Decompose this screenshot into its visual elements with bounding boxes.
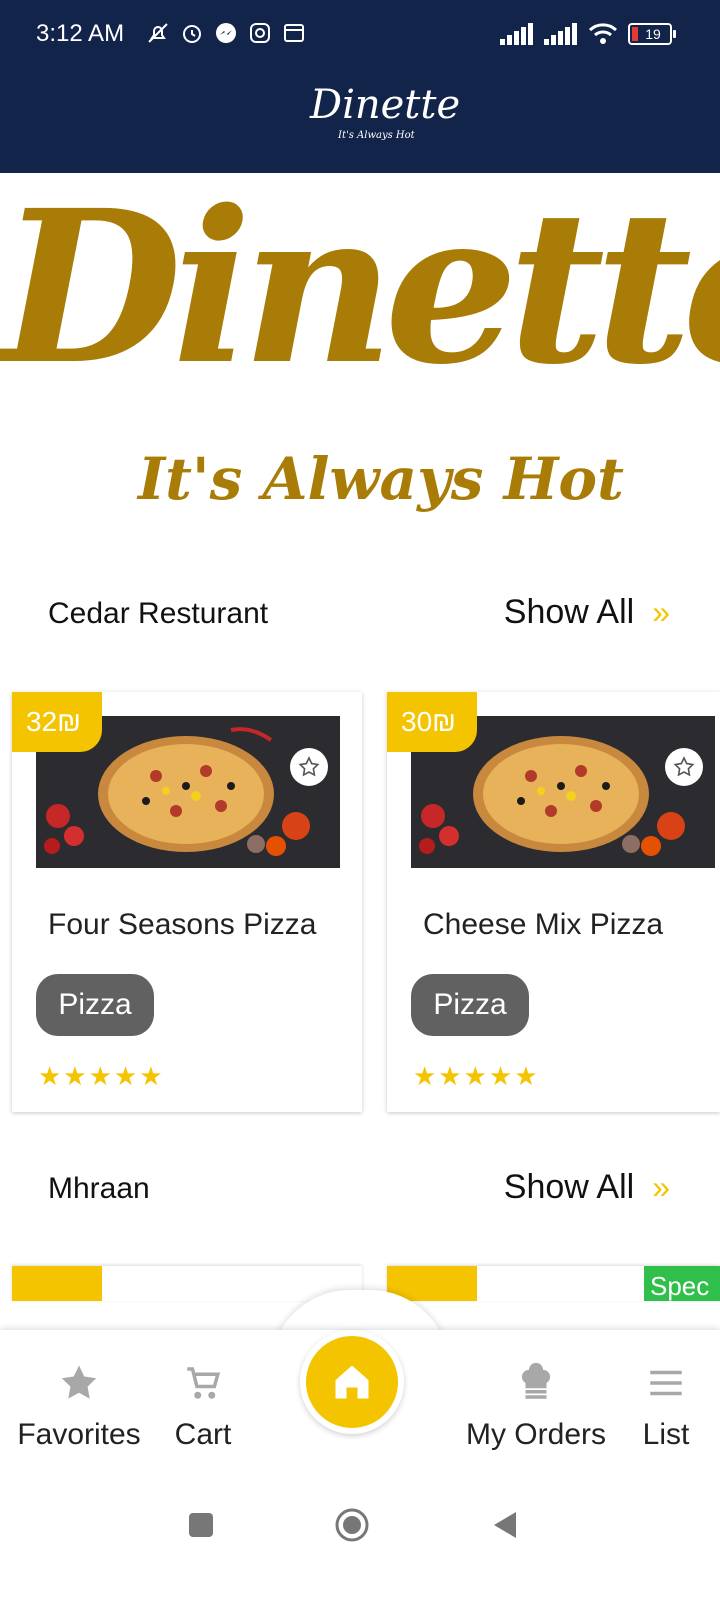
- section-title: Cedar Resturant: [48, 597, 269, 630]
- nav-favorites[interactable]: Favorites: [16, 1362, 142, 1452]
- status-bar: 3:12 AM 19: [0, 0, 720, 70]
- cart-icon: [187, 1367, 221, 1399]
- price-tag: 32₪: [12, 692, 102, 752]
- nav-label: List: [642, 1418, 690, 1451]
- price-tag: [12, 1266, 102, 1301]
- product-card[interactable]: Spec: [387, 1266, 720, 1301]
- category-chip[interactable]: Pizza: [36, 974, 154, 1036]
- chef-icon: [521, 1362, 551, 1399]
- hero-banner: Dinette It's Always Hot: [0, 173, 720, 543]
- chevron-double-right-icon: »: [652, 594, 670, 630]
- alarm-icon: [183, 25, 201, 43]
- nav-label: Cart: [174, 1418, 232, 1451]
- nav-my-orders[interactable]: My Orders: [462, 1362, 610, 1452]
- show-all-label: Show All: [503, 1168, 635, 1206]
- star-outline-icon: [298, 756, 320, 777]
- product-name: Cheese Mix Pizza: [423, 908, 664, 941]
- app-logo: Dinette: [310, 82, 461, 128]
- app-tagline: It's Always Hot: [338, 130, 415, 141]
- recents-icon[interactable]: [188, 1512, 214, 1538]
- battery-level: 19: [645, 26, 661, 42]
- home-button[interactable]: [300, 1330, 404, 1434]
- system-status: 19: [500, 22, 676, 46]
- favorite-button[interactable]: [290, 748, 328, 786]
- back-icon[interactable]: [492, 1510, 518, 1540]
- show-all-button[interactable]: Show All »: [504, 1168, 670, 1207]
- chevron-double-right-icon: »: [652, 1169, 670, 1205]
- banner-tagline: It's Always Hot: [138, 445, 624, 513]
- special-badge: Spec: [644, 1266, 720, 1301]
- signal-icon: [500, 23, 533, 45]
- status-time: 3:12 AM: [36, 20, 125, 47]
- system-nav-bar: [0, 1492, 720, 1600]
- banner-logo: Dinette: [0, 173, 720, 411]
- nav-label: My Orders: [465, 1418, 606, 1451]
- star-outline-icon: [673, 756, 695, 777]
- notification-icons: [146, 21, 306, 45]
- section-title: Mhraan: [48, 1172, 150, 1205]
- messenger-icon: [216, 23, 236, 43]
- star-icon: [61, 1365, 97, 1399]
- price-tag: 30₪: [387, 692, 477, 752]
- product-name: Four Seasons Pizza: [48, 908, 317, 941]
- signal-icon: [544, 23, 577, 45]
- category-chip[interactable]: Pizza: [411, 974, 529, 1036]
- home-icon: [335, 1365, 369, 1399]
- home-system-icon[interactable]: [334, 1507, 370, 1543]
- product-card[interactable]: 32₪ Four Seasons Pizza Pizza ★★★★★: [12, 692, 362, 1112]
- calendar-icon: [284, 24, 304, 42]
- menu-icon: [650, 1370, 682, 1396]
- product-card[interactable]: 30₪ Cheese Mix Pizza Pizza ★★★★★: [387, 692, 720, 1112]
- battery-icon: 19: [628, 23, 676, 45]
- section-header-mhraan: Mhraan Show All »: [0, 1160, 720, 1220]
- app-bar: Dinette It's Always Hot: [0, 70, 720, 173]
- show-all-label: Show All: [503, 593, 635, 631]
- favorite-button[interactable]: [665, 748, 703, 786]
- show-all-button[interactable]: Show All »: [504, 593, 670, 632]
- instagram-icon: [250, 23, 270, 43]
- nav-list[interactable]: List: [636, 1362, 696, 1452]
- rating-stars: ★★★★★: [413, 1062, 540, 1092]
- wifi-icon: [588, 23, 618, 44]
- rating-stars: ★★★★★: [38, 1062, 165, 1092]
- bell-off-icon: [148, 23, 168, 43]
- nav-cart[interactable]: Cart: [168, 1362, 238, 1452]
- section-header-cedar: Cedar Resturant Show All »: [0, 585, 720, 645]
- nav-label: Favorites: [17, 1418, 141, 1451]
- product-card[interactable]: [12, 1266, 362, 1301]
